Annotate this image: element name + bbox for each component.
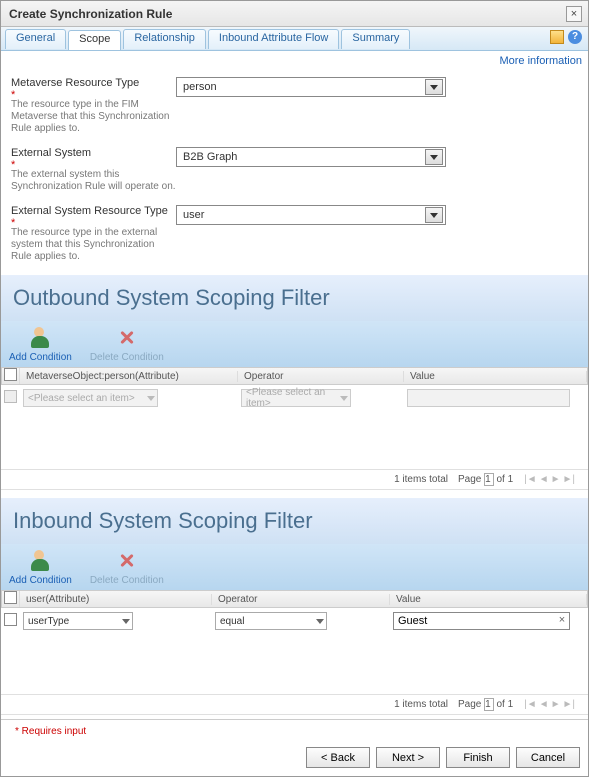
more-info-row: More information bbox=[1, 51, 588, 71]
last-page-icon: ►| bbox=[563, 474, 576, 485]
finish-button[interactable]: Finish bbox=[446, 747, 510, 768]
section-outbound-header: Outbound System Scoping Filter bbox=[1, 275, 588, 321]
title-bar: Create Synchronization Rule × bbox=[1, 1, 588, 27]
inbound-grid-row: userType equal × bbox=[1, 610, 588, 632]
scope-panel: Metaverse Resource Type * The resource t… bbox=[1, 71, 588, 719]
tab-relationship[interactable]: Relationship bbox=[123, 29, 206, 49]
required-note: * Requires input bbox=[9, 726, 580, 737]
field-external-system: External System * The external system th… bbox=[11, 147, 578, 193]
operator-select: <Please select an item> bbox=[241, 389, 351, 407]
label-metaverse-resource-type: Metaverse Resource Type bbox=[11, 77, 139, 89]
attribute-select[interactable]: userType bbox=[23, 612, 133, 630]
required-marker: * bbox=[11, 89, 176, 95]
col-operator: Operator bbox=[212, 594, 390, 605]
chevron-down-icon bbox=[425, 79, 443, 95]
tab-summary[interactable]: Summary bbox=[341, 29, 410, 49]
select-external-system[interactable]: B2B Graph bbox=[176, 147, 446, 167]
inbound-toolbar: Add Condition Delete Condition bbox=[1, 544, 588, 590]
outbound-pager: 1 items total Page 1 of 1 |◄◄►►| bbox=[1, 469, 588, 490]
tab-bar: General Scope Relationship Inbound Attri… bbox=[1, 27, 588, 51]
delete-condition-button: Delete Condition bbox=[90, 550, 164, 586]
attribute-select: <Please select an item> bbox=[23, 389, 158, 407]
dialog-title: Create Synchronization Rule bbox=[9, 7, 172, 21]
page-number-input[interactable]: 1 bbox=[484, 473, 494, 486]
chevron-down-icon bbox=[425, 149, 443, 165]
value-input[interactable] bbox=[393, 612, 570, 630]
outbound-heading: Outbound System Scoping Filter bbox=[13, 285, 576, 311]
field-metaverse-resource-type: Metaverse Resource Type * The resource t… bbox=[11, 77, 578, 135]
select-all-checkbox[interactable] bbox=[4, 368, 17, 381]
cancel-button[interactable]: Cancel bbox=[516, 747, 580, 768]
select-metaverse-resource-type[interactable]: person bbox=[176, 77, 446, 97]
delete-x-icon bbox=[116, 327, 138, 349]
col-value: Value bbox=[390, 594, 587, 605]
delete-x-icon bbox=[116, 550, 138, 572]
more-information-link[interactable]: More information bbox=[499, 55, 582, 67]
add-person-icon bbox=[29, 327, 51, 349]
select-value: user bbox=[183, 209, 204, 221]
help-external-system: The external system this Synchronization… bbox=[11, 169, 176, 193]
prev-page-icon: ◄ bbox=[539, 474, 549, 485]
clear-input-icon[interactable]: × bbox=[556, 614, 568, 626]
outbound-toolbar: Add Condition Delete Condition bbox=[1, 321, 588, 367]
field-external-resource-type: External System Resource Type * The reso… bbox=[11, 205, 578, 263]
col-operator: Operator bbox=[238, 371, 404, 382]
help-icon[interactable]: ? bbox=[568, 30, 582, 44]
add-person-icon bbox=[29, 550, 51, 572]
add-condition-button[interactable]: Add Condition bbox=[9, 550, 72, 586]
select-value: person bbox=[183, 81, 217, 93]
last-page-icon: ►| bbox=[563, 699, 576, 710]
label-external-resource-type: External System Resource Type bbox=[11, 205, 168, 217]
close-button[interactable]: × bbox=[566, 6, 582, 22]
help-metaverse-resource-type: The resource type in the FIM Metaverse t… bbox=[11, 99, 176, 135]
tabbar-tools: ? bbox=[550, 30, 582, 44]
items-total: 1 items total bbox=[394, 699, 448, 710]
tab-general[interactable]: General bbox=[5, 29, 66, 49]
required-marker: * bbox=[11, 159, 176, 165]
delete-condition-button: Delete Condition bbox=[90, 327, 164, 363]
col-value: Value bbox=[404, 371, 587, 382]
select-external-resource-type[interactable]: user bbox=[176, 205, 446, 225]
required-marker: * bbox=[11, 217, 176, 223]
value-input bbox=[407, 389, 570, 407]
operator-select[interactable]: equal bbox=[215, 612, 327, 630]
next-page-icon: ► bbox=[551, 699, 561, 710]
col-attribute: MetaverseObject:person(Attribute) bbox=[20, 371, 238, 382]
outbound-grid-row: <Please select an item> <Please select a… bbox=[1, 387, 588, 409]
select-value: B2B Graph bbox=[183, 151, 237, 163]
next-button[interactable]: Next > bbox=[376, 747, 440, 768]
items-total: 1 items total bbox=[394, 474, 448, 485]
tab-inbound-attribute-flow[interactable]: Inbound Attribute Flow bbox=[208, 29, 339, 49]
row-checkbox[interactable] bbox=[4, 613, 17, 626]
inbound-pager: 1 items total Page 1 of 1 |◄◄►►| bbox=[1, 694, 588, 715]
new-icon[interactable] bbox=[550, 30, 564, 44]
pager-buttons: |◄◄►►| bbox=[523, 699, 576, 710]
select-all-checkbox[interactable] bbox=[4, 591, 17, 604]
prev-page-icon: ◄ bbox=[539, 699, 549, 710]
dialog-footer: * Requires input < Back Next > Finish Ca… bbox=[1, 719, 588, 776]
page-number-input[interactable]: 1 bbox=[484, 698, 494, 711]
button-row: < Back Next > Finish Cancel bbox=[9, 747, 580, 768]
dialog-window: Create Synchronization Rule × General Sc… bbox=[0, 0, 589, 777]
inbound-grid-header: user(Attribute) Operator Value bbox=[1, 590, 588, 608]
section-inbound-header: Inbound System Scoping Filter bbox=[1, 498, 588, 544]
help-external-resource-type: The resource type in the external system… bbox=[11, 227, 176, 263]
tab-scope[interactable]: Scope bbox=[68, 30, 121, 50]
outbound-grid-header: MetaverseObject:person(Attribute) Operat… bbox=[1, 367, 588, 385]
col-attribute: user(Attribute) bbox=[20, 594, 212, 605]
inbound-heading: Inbound System Scoping Filter bbox=[13, 508, 576, 534]
label-external-system: External System bbox=[11, 147, 91, 159]
next-page-icon: ► bbox=[551, 474, 561, 485]
first-page-icon: |◄ bbox=[524, 474, 537, 485]
back-button[interactable]: < Back bbox=[306, 747, 370, 768]
first-page-icon: |◄ bbox=[524, 699, 537, 710]
add-condition-button[interactable]: Add Condition bbox=[9, 327, 72, 363]
row-checkbox bbox=[4, 390, 17, 403]
chevron-down-icon bbox=[425, 207, 443, 223]
pager-buttons: |◄◄►►| bbox=[523, 474, 576, 485]
